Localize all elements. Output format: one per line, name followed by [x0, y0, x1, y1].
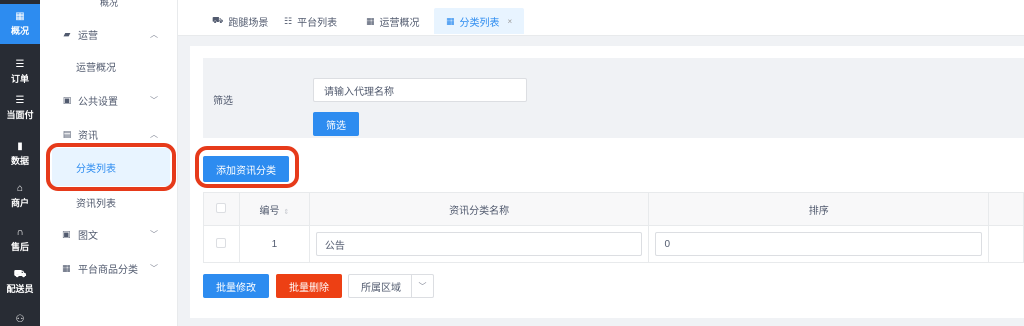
row-id: 1	[238, 225, 310, 263]
bar-icon: ▰	[63, 28, 71, 39]
sidebar-item-label: 运营概况	[76, 62, 116, 74]
rail-item-overview[interactable]: ▦ 概况	[0, 4, 40, 44]
tab-bar: ⛟ 跑腿场景 ☷ 平台列表 ▦ 运营概况 ▦ 分类列表 ×	[178, 0, 1024, 36]
filter-label: 筛选	[213, 96, 233, 107]
sidebar-group-label: 资讯	[78, 130, 98, 142]
sort-input[interactable]: 0	[655, 232, 982, 256]
rail-item-label: 概况	[10, 26, 29, 36]
list-icon: ☰	[15, 59, 25, 70]
sidebar-group-public-settings[interactable]: ▣ 公共设置 ﹀	[40, 86, 178, 114]
headset-icon: ∩	[16, 227, 24, 238]
sidebar-top-label: 概况	[100, 0, 119, 8]
scooter-icon: ⛟	[13, 269, 27, 280]
grid-icon: ▦	[15, 11, 25, 22]
sidebar-group-platform-category[interactable]: ▦ 平台商品分类 ﹀	[40, 254, 178, 282]
rail-item-label: 数据	[10, 156, 29, 166]
header-id[interactable]: 编号 ⇕	[238, 192, 310, 226]
rail-item-merchants[interactable]: ⌂ 商户	[0, 176, 40, 216]
filter-box: 筛选 请输入代理名称 筛选	[203, 58, 1024, 138]
image-icon: ▣	[62, 94, 72, 105]
tab-label: 跑腿场景	[228, 17, 269, 29]
rail-item-data[interactable]: ▮ 数据	[0, 134, 40, 174]
rail-item-label: 订单	[10, 74, 29, 84]
rail-item-orders[interactable]: ☰ 订单	[0, 52, 40, 92]
content-panel: 筛选 请输入代理名称 筛选 添加资讯分类 编号⇕ 资讯分类名称 排序 1 公告	[190, 46, 1024, 318]
header-sort: 排序	[648, 192, 989, 226]
tab-category-list[interactable]: ▦ 分类列表 ×	[434, 8, 525, 34]
header-extra	[988, 192, 1024, 226]
tab-label: 平台列表	[297, 17, 338, 29]
header-category-name: 资讯分类名称	[308, 192, 650, 226]
sidebar-group-label: 平台商品分类	[78, 264, 138, 276]
region-select-value: 所属区域	[361, 282, 401, 294]
rail-item-label: 商户	[10, 198, 29, 208]
sidebar-group-label: 图文	[78, 230, 98, 242]
table-row: 1 公告 0	[203, 225, 1024, 263]
chevron-down-icon: ﹀	[150, 229, 158, 239]
grid-icon: ▦	[62, 262, 71, 273]
chevron-up-icon: ︿	[150, 129, 158, 139]
chevron-down-icon: ﹀	[411, 275, 433, 297]
tab-operations-overview[interactable]: ▦ 运营概况	[366, 8, 420, 34]
batch-edit-button[interactable]: 批量修改	[203, 274, 269, 298]
bar-chart-icon: ▮	[17, 141, 23, 152]
region-select[interactable]: 所属区域 ﹀	[348, 274, 434, 298]
sidebar-group-label: 运营	[78, 30, 98, 42]
category-table: 编号 ⇕ 资讯分类名称 排序 1 公告 0	[203, 192, 1024, 263]
rail-item-users[interactable]: ⚇	[0, 300, 40, 326]
category-name-input[interactable]: 公告	[315, 232, 643, 256]
tab-label: 分类列表	[459, 17, 500, 29]
agent-name-input[interactable]: 请输入代理名称	[313, 78, 527, 102]
sidebar-item-label: 资讯列表	[76, 198, 116, 210]
tab-errand-scene[interactable]: ⛟ 跑腿场景	[212, 8, 268, 34]
list-icon: ☷	[284, 15, 293, 26]
chevron-up-icon: ︿	[150, 29, 158, 39]
row-checkbox-cell	[203, 225, 240, 263]
rail-item-label: 当面付	[6, 110, 34, 120]
grid-icon: ▦	[446, 15, 455, 26]
row-sort-cell: 0	[648, 225, 989, 263]
sidebar-item-operations-overview[interactable]: 运营概况	[40, 52, 178, 80]
chevron-down-icon: ﹀	[150, 95, 158, 105]
sidebar-item-news-list[interactable]: 资讯列表	[40, 188, 178, 216]
rail-item-couriers[interactable]: ⛟ 配送员	[0, 262, 40, 302]
image-icon: ▣	[62, 228, 71, 239]
rail-item-after-sales[interactable]: ∩ 售后	[0, 220, 40, 260]
row-extra-cell	[988, 225, 1024, 263]
rail-item-label: 配送员	[6, 284, 34, 294]
highlight-ring	[46, 143, 176, 191]
truck-icon: ⛟	[212, 15, 224, 25]
sidebar-group-operations[interactable]: ▰ 运营 ︿	[40, 20, 178, 48]
doc-icon: ▤	[62, 128, 72, 139]
sort-icon[interactable]: ⇕	[283, 209, 289, 216]
table-header-row: 编号 ⇕ 资讯分类名称 排序	[203, 192, 1024, 226]
chevron-down-icon: ﹀	[150, 263, 158, 273]
tab-label: 运营概况	[379, 17, 420, 29]
sidebar-group-graphics[interactable]: ▣ 图文 ﹀	[40, 220, 178, 248]
users-icon: ⚇	[15, 314, 25, 325]
row-checkbox[interactable]	[216, 237, 227, 248]
select-all-cell	[203, 192, 240, 226]
filter-button[interactable]: 筛选	[313, 112, 359, 136]
highlight-ring	[195, 146, 299, 188]
row-name-cell: 公告	[308, 225, 650, 263]
main-nav-rail: ▦ 概况 ☰ 订单 ☰ 当面付 ▮ 数据 ⌂ 商户 ∩ 售后 ⛟ 配送员 ⚇	[0, 0, 40, 326]
rail-item-face-pay[interactable]: ☰ 当面付	[0, 88, 40, 128]
list-icon: ☰	[15, 95, 25, 106]
grid-icon: ▦	[366, 15, 375, 26]
store-icon: ⌂	[16, 183, 24, 194]
select-all-checkbox[interactable]	[216, 202, 227, 213]
close-icon[interactable]: ×	[508, 17, 513, 26]
tab-platform-list[interactable]: ☷ 平台列表	[284, 8, 337, 34]
sidebar-group-label: 公共设置	[78, 96, 118, 108]
batch-delete-button[interactable]: 批量删除	[276, 274, 342, 298]
rail-item-label: 售后	[10, 242, 29, 252]
app-root: ▦ 概况 ☰ 订单 ☰ 当面付 ▮ 数据 ⌂ 商户 ∩ 售后 ⛟ 配送员 ⚇ 概…	[0, 0, 1024, 326]
